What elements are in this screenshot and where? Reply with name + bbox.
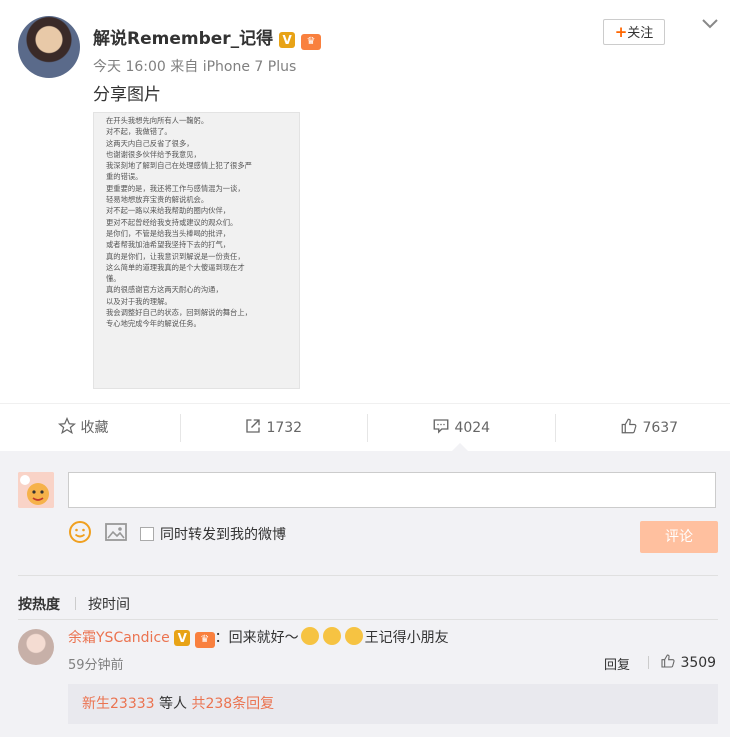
- replies-middle: 等人: [159, 696, 187, 712]
- favorite-label: 收藏: [80, 420, 109, 436]
- image-text-line: 更对不起曾经给我支持或建议的观众们。: [106, 217, 238, 227]
- comment-like-button[interactable]: 3509: [660, 653, 716, 671]
- submit-comment-button[interactable]: 评论: [640, 521, 718, 553]
- emoji-avatar-icon: [18, 472, 54, 508]
- post-text: 分享图片: [93, 85, 161, 105]
- comment-count: 4024: [454, 420, 491, 436]
- like-button[interactable]: 7637: [620, 404, 678, 452]
- emoji-icon: [322, 627, 341, 645]
- repost-checkbox[interactable]: [140, 527, 154, 541]
- replies-user[interactable]: 新生23333: [82, 696, 155, 712]
- share-icon: [246, 419, 260, 433]
- image-text-line: 懂。: [106, 274, 121, 284]
- comment-text-prefix: 回来就好～: [228, 630, 299, 646]
- comment-like-count: 3509: [680, 655, 717, 671]
- action-divider: [367, 414, 368, 442]
- image-text-line: 在开头我想先向所有人一鞠躬。: [106, 116, 209, 125]
- image-icon[interactable]: [104, 520, 128, 544]
- sort-divider: [75, 597, 76, 610]
- image-text-line: 以及对于我的理解。: [106, 296, 172, 306]
- follow-label: 关注: [627, 26, 654, 41]
- image-text-line: 或者帮我加油希望我坚持下去的打气，: [106, 240, 231, 250]
- image-text-line: 真的是你们，让我意识到解说是一份责任，: [106, 251, 245, 261]
- comment-icon: [433, 419, 449, 434]
- post-source[interactable]: 来自 iPhone 7 Plus: [170, 59, 296, 75]
- vip-crown-icon: ♛: [194, 632, 215, 648]
- follow-button[interactable]: +关注: [603, 19, 665, 45]
- sort-by-hot[interactable]: 按热度: [18, 594, 60, 614]
- like-count: 7637: [642, 420, 679, 436]
- verified-icon: V: [174, 630, 191, 646]
- panel-pointer: [452, 443, 468, 451]
- post-meta: 今天 16:00 来自 iPhone 7 Plus: [93, 56, 296, 76]
- comment-avatar[interactable]: [18, 629, 54, 665]
- my-avatar[interactable]: [18, 472, 54, 508]
- image-text-line: 专心地完成今年的解说任务。: [106, 319, 201, 329]
- post-author-avatar[interactable]: [18, 16, 80, 78]
- comment-action-divider: [648, 656, 649, 669]
- repost-count: 1732: [266, 420, 303, 436]
- thumbs-up-icon: [661, 654, 675, 668]
- replies-total[interactable]: 共238条回复: [191, 696, 274, 712]
- image-text-line: 重的错误。: [106, 172, 143, 182]
- star-icon: [57, 416, 77, 435]
- image-text-line: 这两天内自己反省了很多，: [106, 138, 194, 148]
- comment-time: 59分钟前: [68, 658, 124, 673]
- image-text-line: 我会调整好自己的状态，回到解说的舞台上，: [106, 308, 252, 318]
- image-text-line: 更重要的是，我还将工作与感情混为一谈，: [106, 183, 245, 193]
- comment-colon: ：: [214, 630, 229, 646]
- comment-text-suffix: 王记得小朋友: [364, 630, 449, 646]
- post-image[interactable]: 在开头我想先向所有人一鞠躬。 对不起，我做错了。 这两天内自己反省了很多， 也谢谢很多…: [93, 112, 300, 389]
- favorite-button[interactable]: 收藏: [57, 404, 109, 452]
- image-text-line: 真的很感谢官方这两天耐心的沟通，: [106, 285, 223, 295]
- chevron-down-icon[interactable]: [700, 14, 720, 34]
- repost-checkbox-label[interactable]: 同时转发到我的微博: [160, 524, 286, 544]
- image-text-line: 是你们，不管是给我当头棒喝的批评，: [106, 228, 231, 238]
- image-text-line: 也谢谢很多伙伴给予我意见，: [106, 149, 201, 159]
- post-time[interactable]: 今天 16:00: [93, 59, 166, 75]
- image-text-line: 对不起，我做错了。: [106, 127, 172, 137]
- comment-username[interactable]: 余霜YSCandice: [68, 630, 170, 646]
- replies-summary[interactable]: 新生23333 等人 共238条回复: [68, 684, 718, 724]
- emoji-icon: [344, 627, 363, 645]
- reply-button[interactable]: 回复: [604, 654, 630, 673]
- action-bar: 收藏 1732 4024 7637: [0, 403, 730, 452]
- comment-content: 余霜YSCandice V ♛ ：回来就好～ 王记得小朋友: [68, 627, 449, 648]
- image-text-line: 我深刻地了解到自己在处理感情上犯了很多严: [106, 161, 252, 171]
- thumbs-up-icon: [621, 418, 637, 434]
- repost-button[interactable]: 1732: [244, 404, 302, 452]
- smiley-icon[interactable]: [68, 520, 92, 544]
- divider: [18, 575, 718, 576]
- action-divider: [555, 414, 556, 442]
- divider: [18, 619, 718, 620]
- image-text-line: 轻易地想放弃宝贵的解说机会。: [106, 195, 209, 205]
- image-text-line: 对不起一路以来给我帮助的圈内伙伴，: [106, 206, 231, 216]
- verified-icon: V: [279, 32, 296, 48]
- plus-icon: +: [614, 23, 628, 41]
- post-author-name[interactable]: 解说Remember_记得: [93, 29, 273, 49]
- emoji-icon: [300, 627, 319, 645]
- vip-crown-icon: ♛: [301, 34, 322, 50]
- comment-input[interactable]: [68, 472, 716, 508]
- action-divider: [180, 414, 181, 442]
- sort-by-time[interactable]: 按时间: [88, 594, 130, 614]
- image-text-line: 这么简单的道理我真的是个大傻逼到现在才: [106, 262, 245, 272]
- post-author-line: 解说Remember_记得 V ♛: [93, 24, 322, 50]
